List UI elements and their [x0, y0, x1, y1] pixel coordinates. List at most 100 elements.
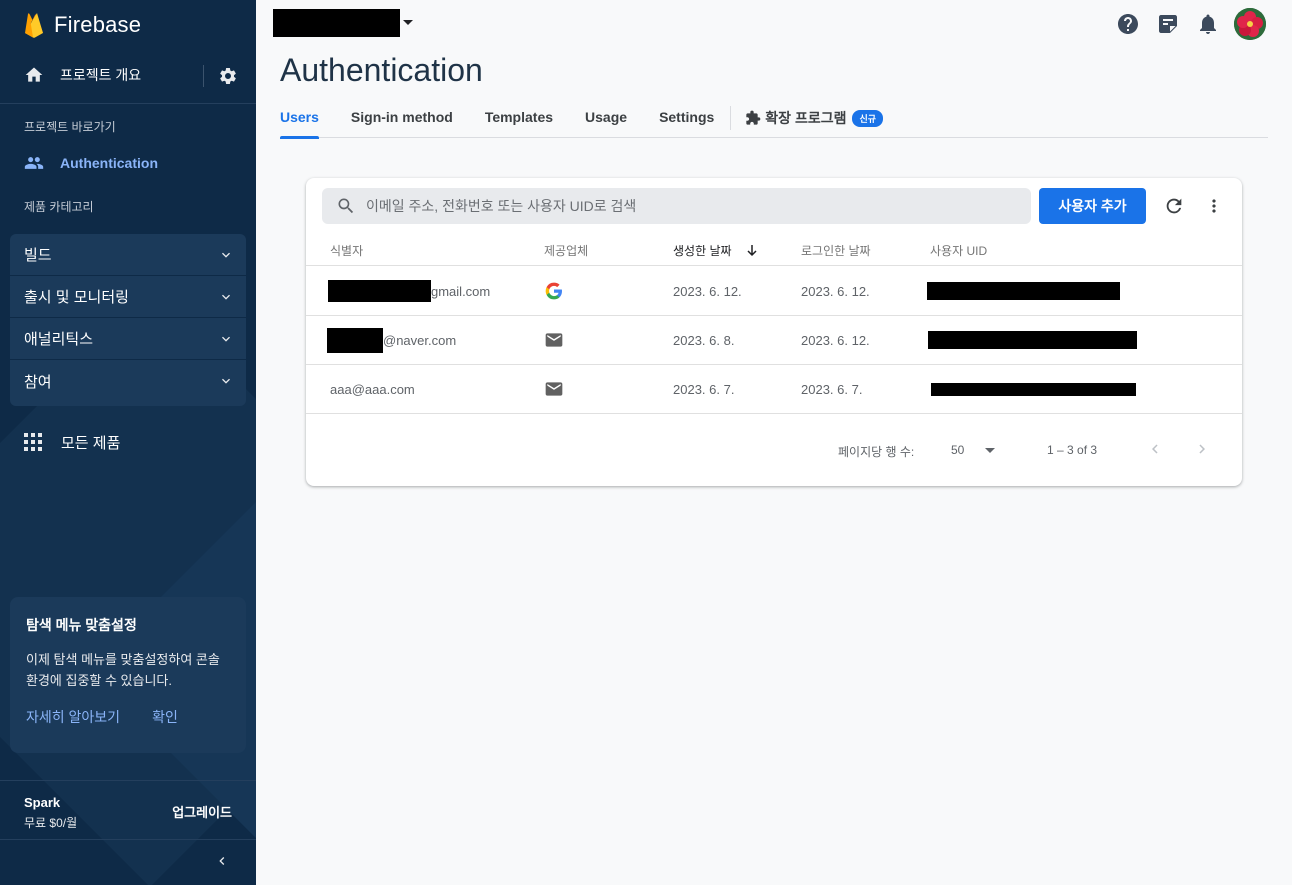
add-user-button[interactable]: 사용자 추가: [1039, 188, 1146, 224]
signed-in-cell: 2023. 6. 7.: [801, 381, 863, 397]
category-engage[interactable]: 참여: [10, 360, 246, 402]
promo-title: 탐색 메뉴 맞춤설정: [26, 617, 137, 633]
email-icon: [545, 333, 563, 347]
identifier-text: @naver.com: [383, 332, 457, 348]
redacted-block: [327, 327, 383, 353]
search-icon: [338, 198, 354, 214]
identifier-cell: aaa@aaa.com: [330, 381, 415, 397]
table-row[interactable]: aaa@aaa.com 2023. 6. 7. 2023. 6. 7.: [306, 365, 1242, 414]
project-selector-redacted[interactable]: [273, 9, 400, 37]
tab-settings[interactable]: Settings: [659, 98, 714, 138]
created-cell: 2023. 6. 12.: [673, 283, 742, 299]
category-release-monitor[interactable]: 출시 및 모니터링: [10, 276, 246, 318]
page-size-select[interactable]: 50: [951, 443, 964, 457]
users-card: 사용자 추가 식별자 제공업체 생성한 날짜 로그인한 날짜 사용자 UID g…: [306, 178, 1242, 486]
page-range: 1 – 3 of 3: [1047, 443, 1098, 457]
identifier-cell: gmail.com: [328, 267, 490, 315]
category-label: 참여: [24, 373, 52, 391]
extensions-label: 확장 프로그램: [765, 110, 847, 126]
tab-sign-in-method[interactable]: Sign-in method: [351, 98, 453, 138]
category-build[interactable]: 빌드: [10, 234, 246, 276]
feedback-icon[interactable]: [1156, 12, 1180, 36]
help-icon[interactable]: [1116, 12, 1140, 36]
arrow-down-icon[interactable]: [746, 244, 758, 257]
learn-more-link[interactable]: 자세히 알아보기: [26, 707, 120, 727]
shortcuts-caption: 프로젝트 바로가기: [24, 120, 116, 134]
customize-nav-promo: 탐색 메뉴 맞춤설정 이제 탐색 메뉴를 맞춤설정하여 콘솔 환경에 집중할 수…: [10, 597, 246, 753]
provider-cell: [544, 267, 564, 315]
redacted-block: [928, 331, 1137, 349]
caret-down-icon[interactable]: [984, 447, 996, 455]
upgrade-button[interactable]: 업그레이드: [172, 802, 232, 821]
table-row[interactable]: @naver.com 2023. 6. 8. 2023. 6. 12.: [306, 316, 1242, 365]
column-uid[interactable]: 사용자 UID: [930, 242, 987, 259]
apps-grid-icon: [24, 433, 42, 451]
tab-users[interactable]: Users: [280, 98, 319, 139]
uid-cell: [931, 365, 1136, 413]
sidebar-item-authentication[interactable]: Authentication: [0, 148, 256, 178]
table-row[interactable]: gmail.com 2023. 6. 12. 2023. 6. 12.: [306, 267, 1242, 316]
home-icon: [25, 67, 43, 82]
chevron-right-icon[interactable]: [1193, 440, 1211, 458]
toolbar-icons: [1100, 8, 1266, 40]
signed-in-cell: 2023. 6. 12.: [801, 283, 870, 299]
gear-icon[interactable]: [218, 66, 238, 86]
google-icon: [545, 282, 562, 300]
provider-cell: [544, 316, 564, 364]
column-provider[interactable]: 제공업체: [544, 242, 588, 259]
signed-in-cell: 2023. 6. 12.: [801, 332, 870, 348]
new-badge: 신규: [852, 109, 884, 127]
chevron-down-icon: [222, 252, 230, 258]
column-signed-in[interactable]: 로그인한 날짜: [801, 242, 871, 259]
provider-cell: [544, 365, 564, 413]
category-analytics[interactable]: 애널리틱스: [10, 318, 246, 360]
sidebar-item-label: Authentication: [60, 155, 158, 171]
overview-label: 프로젝트 개요: [60, 67, 142, 83]
refresh-icon[interactable]: [1163, 195, 1185, 217]
table-header: 식별자 제공업체 생성한 날짜 로그인한 날짜 사용자 UID: [306, 236, 1242, 266]
extension-icon: [746, 110, 761, 125]
project-overview[interactable]: 프로젝트 개요: [0, 52, 256, 98]
more-vert-icon[interactable]: [1204, 195, 1224, 217]
category-label: 빌드: [24, 247, 52, 264]
caret-down-icon[interactable]: [402, 18, 414, 28]
chevron-down-icon: [222, 336, 230, 342]
avatar[interactable]: [1234, 8, 1266, 40]
search-box[interactable]: [322, 188, 1031, 224]
confirm-link[interactable]: 확인: [152, 707, 178, 727]
uid-cell: [927, 267, 1120, 315]
column-identifier[interactable]: 식별자: [330, 242, 363, 259]
firebase-flame-icon: [25, 13, 43, 38]
identifier-cell: @naver.com: [327, 316, 456, 364]
created-cell: 2023. 6. 7.: [673, 381, 735, 397]
all-products[interactable]: 모든 제품: [0, 428, 256, 456]
tab-templates[interactable]: Templates: [485, 98, 553, 138]
tab-extensions[interactable]: 확장 프로그램 신규: [745, 98, 884, 128]
page-title: Authentication: [280, 52, 483, 88]
redacted-block: [328, 280, 431, 302]
category-label: 출시 및 모니터링: [24, 289, 129, 306]
firebase-logo[interactable]: Firebase: [24, 10, 141, 40]
redacted-block: [931, 382, 1136, 396]
divider: [0, 103, 256, 104]
column-created[interactable]: 생성한 날짜: [673, 242, 732, 259]
tab-usage[interactable]: Usage: [585, 98, 627, 138]
all-products-label: 모든 제품: [61, 434, 121, 452]
chevron-left-icon[interactable]: [1146, 440, 1164, 458]
promo-body: 이제 탐색 메뉴를 맞춤설정하여 콘솔 환경에 집중할 수 있습니다.: [26, 652, 220, 688]
rows-per-page-label: 페이지당 행 수:: [838, 445, 915, 459]
category-label: 애널리틱스: [24, 331, 94, 348]
sidebar: Firebase 프로젝트 개요 프로젝트 바로가기 Authenticatio…: [0, 0, 256, 885]
category-list: 빌드 출시 및 모니터링 애널리틱스 참여: [10, 234, 246, 406]
plan-section: Spark 무료 $0/월 업그레이드: [0, 780, 256, 840]
identifier-text: gmail.com: [431, 283, 491, 299]
uid-cell: [928, 316, 1137, 364]
chevron-left-icon[interactable]: [214, 853, 230, 869]
divider: [203, 65, 204, 87]
notifications-icon[interactable]: [1196, 12, 1220, 36]
search-input[interactable]: [366, 198, 1006, 214]
pagination: 페이지당 행 수: 50 1 – 3 of 3: [306, 414, 1242, 484]
redacted-block: [927, 282, 1120, 300]
tab-bar: Users Sign-in method Templates Usage Set…: [280, 98, 1268, 139]
chevron-down-icon: [222, 294, 230, 300]
